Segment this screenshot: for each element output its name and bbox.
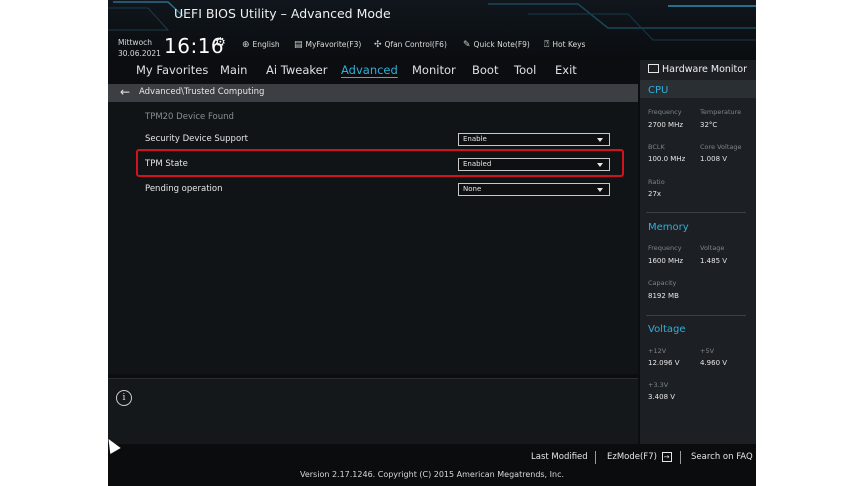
myfavorite-button[interactable]: ▤ MyFavorite(F3) (294, 40, 361, 50)
footer-bar: Last Modified EzMode(F7) → Search on FAQ… (108, 444, 756, 486)
ezmode-button[interactable]: EzMode(F7) → (607, 452, 672, 462)
divider (646, 212, 746, 213)
search-faq-button[interactable]: Search on FAQ (691, 452, 753, 462)
select-value: None (463, 185, 482, 193)
hardware-monitor-panel: Hardware Monitor CPU Frequency Temperatu… (640, 60, 756, 444)
hardware-monitor-label: Hardware Monitor (662, 64, 747, 75)
main-menu: My Favorites Main Ai Tweaker Advanced Mo… (108, 60, 638, 82)
select-value: Enable (463, 135, 487, 143)
cpu-ratio-label: Ratio (648, 178, 665, 186)
chevron-down-icon (597, 163, 603, 167)
tab-ai-tweaker[interactable]: Ai Tweaker (266, 63, 327, 77)
breadcrumb: ← Advanced\Trusted Computing (108, 84, 638, 102)
globe-icon: ⊕ (242, 40, 250, 50)
chevron-down-icon (597, 188, 603, 192)
memory-heading: Memory (648, 222, 689, 233)
myfavorite-label: MyFavorite(F3) (305, 40, 362, 49)
voltage-heading: Voltage (648, 324, 686, 335)
memory-voltage-label: Voltage (700, 244, 725, 252)
voltage-12v-label: +12V (648, 347, 667, 355)
hotkeys-label: Hot Keys (552, 40, 586, 49)
cpu-bclk-value: 100.0 MHz (648, 155, 686, 163)
exit-arrow-icon: → (661, 452, 672, 462)
date-block: Mittwoch 30.06.2021 (118, 37, 161, 59)
fan-icon: ✣ (374, 40, 382, 50)
weekday: Mittwoch (118, 38, 153, 47)
tpm-status-text: TPM20 Device Found (145, 112, 234, 122)
window-title: UEFI BIOS Utility – Advanced Mode (174, 6, 391, 21)
pending-operation-select[interactable]: None (458, 183, 610, 196)
memory-frequency-value: 1600 MHz (648, 257, 684, 265)
tpm-state-select[interactable]: Enabled (458, 158, 610, 171)
hotkeys-button[interactable]: ⍰ Hot Keys (544, 40, 585, 50)
ezmode-label: EzMode(F7) (607, 452, 657, 462)
memory-capacity-value: 8192 MB (648, 292, 679, 300)
tab-my-favorites[interactable]: My Favorites (136, 63, 208, 77)
language-label: English (252, 40, 280, 49)
favorite-icon: ▤ (294, 40, 303, 50)
footer-separator (680, 451, 681, 464)
voltage-12v-value: 12.096 V (648, 359, 680, 367)
memory-voltage-value: 1.485 V (700, 257, 728, 265)
setting-label-tpm-state: TPM State (145, 159, 188, 169)
breadcrumb-path: Advanced\Trusted Computing (139, 87, 265, 97)
note-icon: ✎ (463, 40, 471, 50)
voltage-5v-value: 4.960 V (700, 359, 728, 367)
cpu-heading: CPU (648, 85, 669, 96)
back-arrow-icon[interactable]: ← (120, 85, 130, 99)
setting-label-security-device: Security Device Support (145, 134, 248, 144)
voltage-3v3-value: 3.408 V (648, 393, 676, 401)
info-icon: i (116, 390, 132, 406)
select-value: Enabled (463, 160, 492, 168)
date: 30.06.2021 (118, 49, 161, 58)
tab-advanced[interactable]: Advanced (341, 63, 398, 77)
quicknote-button[interactable]: ✎ Quick Note(F9) (463, 40, 530, 50)
footer-separator (595, 451, 596, 464)
tab-tool[interactable]: Tool (514, 63, 536, 77)
chevron-down-icon (597, 138, 603, 142)
voltage-3v3-label: +3.3V (648, 381, 669, 389)
cpu-bclk-label: BCLK (648, 143, 665, 151)
settings-panel: TPM20 Device Found Security Device Suppo… (108, 102, 638, 374)
cpu-core-voltage-value: 1.008 V (700, 155, 728, 163)
cpu-temperature-value: 32°C (700, 121, 718, 129)
copyright-text: Version 2.17.1246. Copyright (C) 2015 Am… (299, 470, 565, 479)
gear-icon[interactable]: ⚙ (215, 35, 226, 49)
help-panel: i (108, 378, 638, 445)
bios-screen: UEFI BIOS Utility – Advanced Mode Mittwo… (108, 0, 756, 486)
hardware-monitor-title: Hardware Monitor (648, 64, 747, 75)
language-button[interactable]: ⊕ English (242, 40, 280, 50)
tab-monitor[interactable]: Monitor (412, 63, 456, 77)
tab-main[interactable]: Main (220, 63, 247, 77)
cpu-ratio-value: 27x (648, 190, 662, 198)
monitor-icon (648, 64, 659, 73)
qfan-button[interactable]: ✣ Qfan Control(F6) (374, 40, 447, 50)
cpu-frequency-value: 2700 MHz (648, 121, 684, 129)
setting-label-pending-operation: Pending operation (145, 184, 223, 194)
quicknote-label: Quick Note(F9) (473, 40, 530, 49)
cpu-frequency-label: Frequency (648, 108, 682, 116)
cpu-core-voltage-label: Core Voltage (700, 143, 742, 151)
divider (646, 315, 746, 316)
tab-boot[interactable]: Boot (472, 63, 498, 77)
memory-capacity-label: Capacity (648, 279, 677, 287)
cpu-temperature-label: Temperature (700, 108, 742, 116)
voltage-5v-label: +5V (700, 347, 715, 355)
security-device-select[interactable]: Enable (458, 133, 610, 146)
tab-exit[interactable]: Exit (555, 63, 577, 77)
qfan-label: Qfan Control(F6) (384, 40, 447, 49)
last-modified-button[interactable]: Last Modified (531, 452, 588, 462)
header-bar: UEFI BIOS Utility – Advanced Mode Mittwo… (108, 0, 756, 60)
memory-frequency-label: Frequency (648, 244, 682, 252)
help-key-icon: ⍰ (544, 40, 550, 50)
